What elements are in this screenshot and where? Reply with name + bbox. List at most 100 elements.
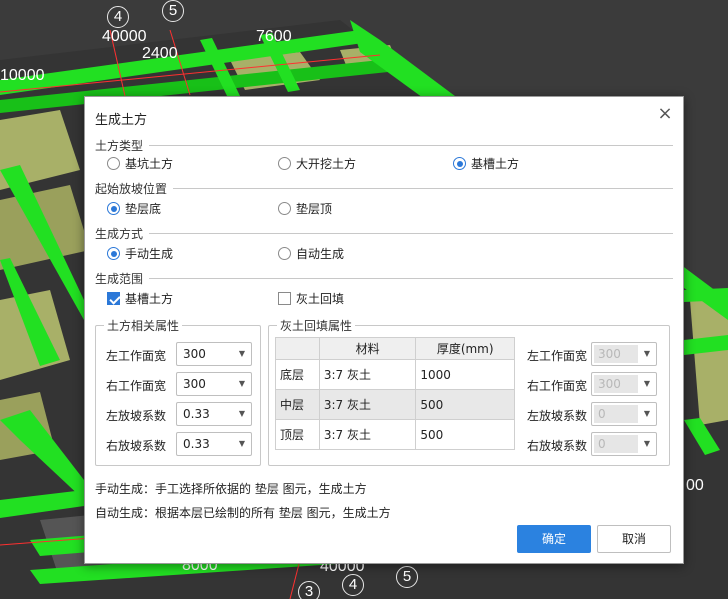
right-work-width-combo[interactable]: 300 ▼ [176, 372, 252, 396]
radio-foundation-pit[interactable]: 基坑土方 [107, 155, 173, 172]
checkbox-trench-earthwork[interactable]: 基槽土方 [107, 290, 173, 307]
radio-trench[interactable]: 基槽土方 [453, 155, 519, 172]
combo-value: 0.33 [183, 437, 210, 451]
radio-label: 垫层底 [125, 202, 162, 216]
dropdown-arrow-icon: ▼ [643, 349, 650, 358]
hint-manual: 手动生成：手工选择所依据的 垫层 图元，生成土方 [95, 482, 367, 496]
section-earthwork-type: 土方类型 [95, 137, 673, 154]
axis-bubble-5-bottom: 5 [396, 566, 418, 588]
axis-bubble-3-bottom: 3 [298, 581, 320, 599]
radio-selected-icon [453, 157, 466, 170]
section-gen-range: 生成范围 [95, 270, 673, 287]
radio-icon [278, 157, 291, 170]
radio-label: 自动生成 [296, 247, 345, 261]
table-row[interactable]: 底层 3:7 灰土 1000 [275, 359, 515, 390]
combo-value: 0 [598, 437, 606, 451]
radio-label: 手动生成 [125, 247, 174, 261]
checkbox-icon [278, 292, 291, 305]
checkbox-lime-backfill[interactable]: 灰土回填 [278, 290, 344, 307]
table-row[interactable]: 顶层 3:7 灰土 500 [275, 419, 515, 450]
radio-mass-excavation[interactable]: 大开挖土方 [278, 155, 356, 172]
combo-value: 300 [598, 377, 621, 391]
radio-icon [278, 247, 291, 260]
backfill-right-work-width-combo: 300 ▼ [591, 372, 657, 396]
checkbox-label: 灰土回填 [296, 292, 345, 306]
table-cell-material[interactable]: 3:7 灰土 [318, 359, 417, 390]
group-title: 灰土回填属性 [277, 317, 356, 334]
close-icon: × [657, 103, 673, 124]
combo-value: 0.33 [183, 407, 210, 421]
left-work-width-combo[interactable]: 300 ▼ [176, 342, 252, 366]
table-header: 材料 [318, 337, 417, 360]
radio-label: 基坑土方 [125, 157, 174, 171]
dim-label: 10000 [0, 67, 45, 84]
field-label: 右工作面宽 [106, 379, 167, 393]
dialog-title: 生成土方 [95, 113, 148, 128]
field-label: 左放坡系数 [106, 409, 167, 423]
group-earth-props: 土方相关属性 左工作面宽 300 ▼ 右工作面宽 300 ▼ 左放坡系数 0.33 ▼… [95, 317, 261, 466]
table-row-selected[interactable]: 中层 3:7 灰土 500 [275, 389, 515, 420]
hint-auto: 自动生成：根据本层已绘制的所有 垫层 图元，生成土方 [95, 506, 391, 520]
table-cell-material[interactable]: 3:7 灰土 [318, 389, 417, 420]
dim-label: 00 [686, 477, 704, 494]
table-header [275, 337, 320, 360]
dropdown-arrow-icon: ▼ [643, 439, 650, 448]
radio-icon [278, 202, 291, 215]
left-slope-coef-combo[interactable]: 0.33 ▼ [176, 402, 252, 426]
radio-cushion-top[interactable]: 垫层顶 [278, 200, 332, 217]
radio-label: 垫层顶 [296, 202, 333, 216]
section-gen-method: 生成方式 [95, 225, 673, 242]
dim-label: 7600 [256, 28, 292, 45]
table-cell-layer: 顶层 [275, 419, 320, 450]
table-header-row: 材料 厚度(mm) [275, 337, 515, 360]
field-label: 左工作面宽 [527, 349, 588, 363]
group-backfill-props: 灰土回填属性 材料 厚度(mm) 底层 3:7 灰土 1000 中层 3:7 灰… [268, 317, 670, 466]
close-button[interactable]: × [657, 105, 673, 123]
dim-label: 40000 [102, 28, 147, 45]
axis-bubble-4-top: 4 [107, 6, 129, 28]
radio-label: 基槽土方 [471, 157, 520, 171]
combo-value: 300 [598, 347, 621, 361]
axis-bubble-5-top: 5 [162, 0, 184, 22]
cancel-button[interactable]: 取消 [597, 525, 671, 553]
right-slope-coef-combo[interactable]: 0.33 ▼ [176, 432, 252, 456]
dropdown-arrow-icon: ▼ [238, 439, 245, 448]
checkbox-checked-icon [107, 292, 120, 305]
radio-label: 大开挖土方 [296, 157, 357, 171]
radio-manual-generate[interactable]: 手动生成 [107, 245, 173, 262]
table-cell-layer: 底层 [275, 359, 320, 390]
generate-earthwork-dialog: 生成土方 × 土方类型 基坑土方 大开挖土方 基槽土方 起始放坡位置 垫层底 垫… [84, 96, 684, 564]
group-title: 土方相关属性 [104, 317, 183, 334]
dropdown-arrow-icon: ▼ [238, 379, 245, 388]
backfill-table[interactable]: 材料 厚度(mm) 底层 3:7 灰土 1000 中层 3:7 灰土 500 顶… [275, 337, 515, 450]
section-label: 土方类型 [95, 137, 150, 154]
dim-label: 2400 [142, 45, 178, 62]
table-cell-thickness[interactable]: 500 [415, 389, 515, 420]
checkbox-label: 基槽土方 [125, 292, 174, 306]
section-label: 生成方式 [95, 225, 150, 242]
radio-auto-generate[interactable]: 自动生成 [278, 245, 344, 262]
table-cell-thickness[interactable]: 500 [415, 419, 515, 450]
section-label: 生成范围 [95, 270, 150, 287]
radio-selected-icon [107, 247, 120, 260]
dropdown-arrow-icon: ▼ [238, 349, 245, 358]
section-label: 起始放坡位置 [95, 180, 174, 197]
radio-cushion-bottom[interactable]: 垫层底 [107, 200, 161, 217]
table-cell-material[interactable]: 3:7 灰土 [318, 419, 417, 450]
table-header: 厚度(mm) [415, 337, 515, 360]
axis-bubble-4-bottom: 4 [342, 574, 364, 596]
ok-button[interactable]: 确定 [517, 525, 591, 553]
backfill-left-work-width-combo: 300 ▼ [591, 342, 657, 366]
dropdown-arrow-icon: ▼ [238, 409, 245, 418]
section-slope-start: 起始放坡位置 [95, 180, 673, 197]
combo-value: 300 [183, 377, 206, 391]
field-label: 右放坡系数 [527, 439, 588, 453]
table-cell-layer: 中层 [275, 389, 320, 420]
radio-icon [107, 157, 120, 170]
backfill-left-slope-coef-combo: 0 ▼ [591, 402, 657, 426]
table-cell-thickness[interactable]: 1000 [415, 359, 515, 390]
field-label: 左工作面宽 [106, 349, 167, 363]
combo-value: 0 [598, 407, 606, 421]
radio-selected-icon [107, 202, 120, 215]
dropdown-arrow-icon: ▼ [643, 409, 650, 418]
